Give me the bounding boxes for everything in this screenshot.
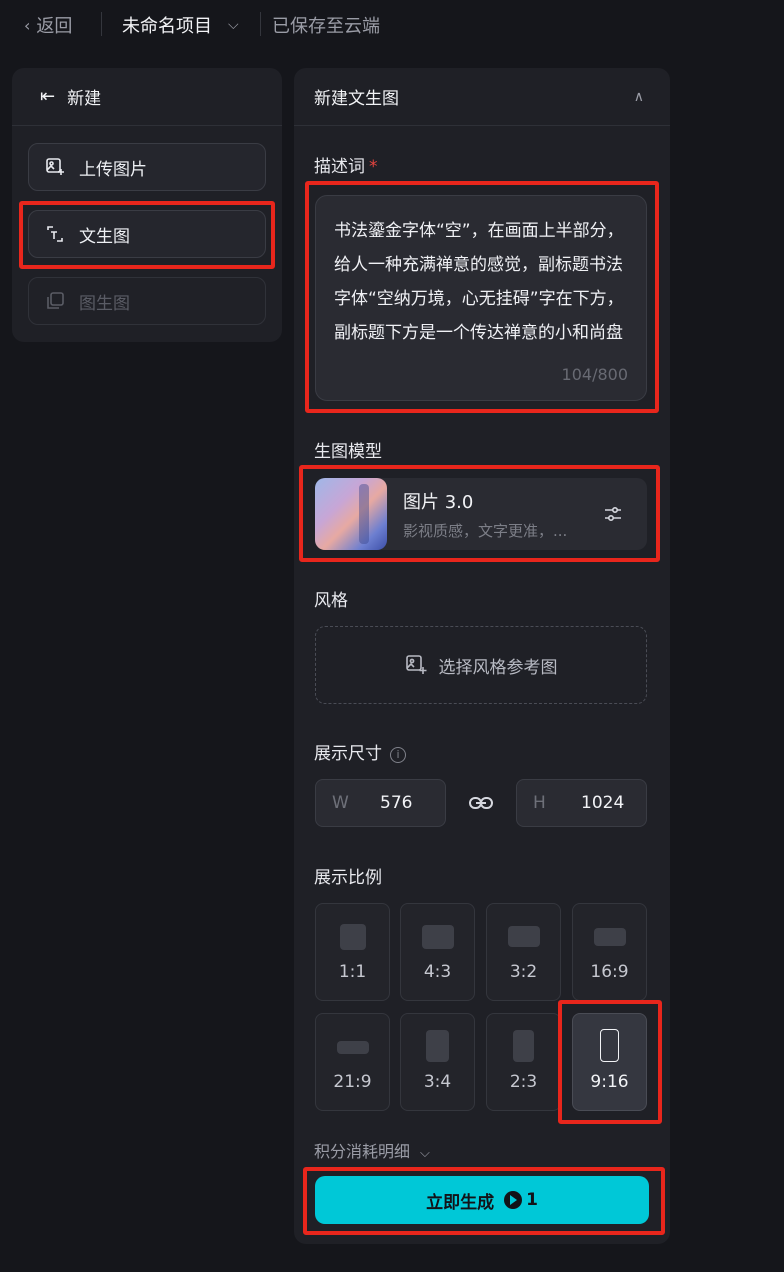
image-add-icon [46,158,64,175]
ratio-option-1-1[interactable]: 1:1 [315,903,390,1001]
upload-image-button[interactable]: 上传图片 [28,143,266,191]
divider [101,12,102,36]
text-to-image-label: 文生图 [79,226,130,247]
credit-icon [504,1191,523,1209]
create-panel-title: 新建 [67,89,102,109]
generate-label: 立即生成 [426,1192,495,1213]
ratio-label-text: 1:1 [338,962,367,982]
ratio-shape [421,925,454,949]
height-input[interactable]: H 1024 [516,779,647,827]
size-label-text: 展示尺寸 [314,744,382,764]
divider [260,12,261,36]
project-name-dropdown[interactable]: 未命名项目 ⌵ [122,12,239,38]
image-add-icon [405,655,426,674]
ratio-label-text: 3:2 [509,962,538,982]
back-button[interactable]: ‹ 返回 [24,12,72,38]
style-reference-button[interactable]: 选择风格参考图 [315,626,647,704]
size-label: 展示尺寸 i [314,739,406,764]
ratio-shape [593,928,626,946]
model-settings-button[interactable] [593,504,633,524]
ratio-label-text: 2:3 [509,1072,538,1092]
model-info: 图片 3.0 影视质感，文字更准，... [403,488,593,541]
ratio-label-text: 4:3 [423,962,452,982]
save-status: 已保存至云端 [272,16,380,37]
text-image-icon [47,226,63,242]
create-panel-header[interactable]: ⇤ 新建 [12,68,282,126]
info-icon[interactable]: i [390,747,406,763]
create-panel: ⇤ 新建 上传图片 文生图 图生图 [12,68,282,342]
ratio-option-9-16[interactable]: 9:16 [572,1013,647,1111]
chevron-down-icon: ⌵ [420,1146,430,1161]
ratio-shape [600,1029,619,1062]
generate-cost: 1 [526,1190,538,1210]
style-reference-label: 选择风格参考图 [438,657,558,678]
back-label: 返回 [36,16,73,37]
ratio-option-4-3[interactable]: 4:3 [400,903,475,1001]
upload-image-label: 上传图片 [79,159,147,180]
width-label: W [332,793,349,813]
ratio-shape [513,1030,534,1062]
height-label: H [533,793,546,813]
ratio-label-text: 9:16 [590,1072,629,1092]
top-bar: ‹ 返回 未命名项目 ⌵ 已保存至云端 [0,0,784,48]
model-name: 图片 3.0 [403,491,474,513]
image-to-image-label: 图生图 [79,293,130,314]
ratio-shape [507,926,540,947]
ratio-option-3-4[interactable]: 3:4 [400,1013,475,1111]
text-to-image-panel: 新建文生图 ∧ 描述词 * 书法鎏金字体“空”，在画面上半部分，给人一种充满禅意的… [294,68,670,1244]
prompt-text[interactable]: 书法鎏金字体“空”，在画面上半部分，给人一种充满禅意的感觉，副标题书法字体“空纳… [334,214,630,354]
height-value[interactable]: 1024 [581,793,624,813]
ratio-shape [426,1030,449,1062]
model-thumbnail [315,478,387,550]
credits-label: 积分消耗明细 [314,1142,411,1161]
image-to-image-button[interactable]: 图生图 [28,277,266,325]
chevron-left-icon: ‹ [24,15,31,35]
ratio-option-2-3[interactable]: 2:3 [486,1013,561,1111]
project-name: 未命名项目 [122,16,212,37]
generate-button[interactable]: 立即生成 1 [315,1176,649,1224]
image-copy-icon [47,292,64,309]
arrow-left-bar-icon: ⇤ [40,86,56,107]
ratio-shape [339,924,366,950]
link-icon[interactable] [468,792,494,814]
ratio-label-text: 3:4 [423,1072,452,1092]
sliders-icon [605,506,621,522]
width-value[interactable]: 576 [380,793,412,813]
panel-title: 新建文生图 [314,89,399,109]
prompt-textarea[interactable]: 书法鎏金字体“空”，在画面上半部分，给人一种充满禅意的感觉，副标题书法字体“空纳… [315,195,647,401]
prompt-label-text: 描述词 [314,157,365,177]
text-to-image-panel-header[interactable]: 新建文生图 ∧ [294,68,670,126]
required-mark: * [369,157,378,177]
character-counter: 104/800 [561,365,628,384]
model-description: 影视质感，文字更准，... [403,521,568,540]
prompt-label: 描述词 * [314,152,378,177]
model-label: 生图模型 [314,442,382,462]
ratio-label: 展示比例 [314,868,382,888]
chevron-down-icon: ⌵ [228,17,239,33]
ratio-label-text: 21:9 [333,1072,372,1092]
text-to-image-button[interactable]: 文生图 [28,210,266,258]
style-label: 风格 [314,591,348,611]
ratio-option-16-9[interactable]: 16:9 [572,903,647,1001]
credits-detail-toggle[interactable]: 积分消耗明细 ⌵ [314,1138,430,1162]
chevron-up-icon[interactable]: ∧ [634,89,644,105]
ratio-label-text: 16:9 [590,962,629,982]
width-input[interactable]: W 576 [315,779,446,827]
ratio-option-3-2[interactable]: 3:2 [486,903,561,1001]
ratio-option-21-9[interactable]: 21:9 [315,1013,390,1111]
ratio-shape [336,1041,369,1054]
model-selector[interactable]: 图片 3.0 影视质感，文字更准，... [315,478,647,550]
